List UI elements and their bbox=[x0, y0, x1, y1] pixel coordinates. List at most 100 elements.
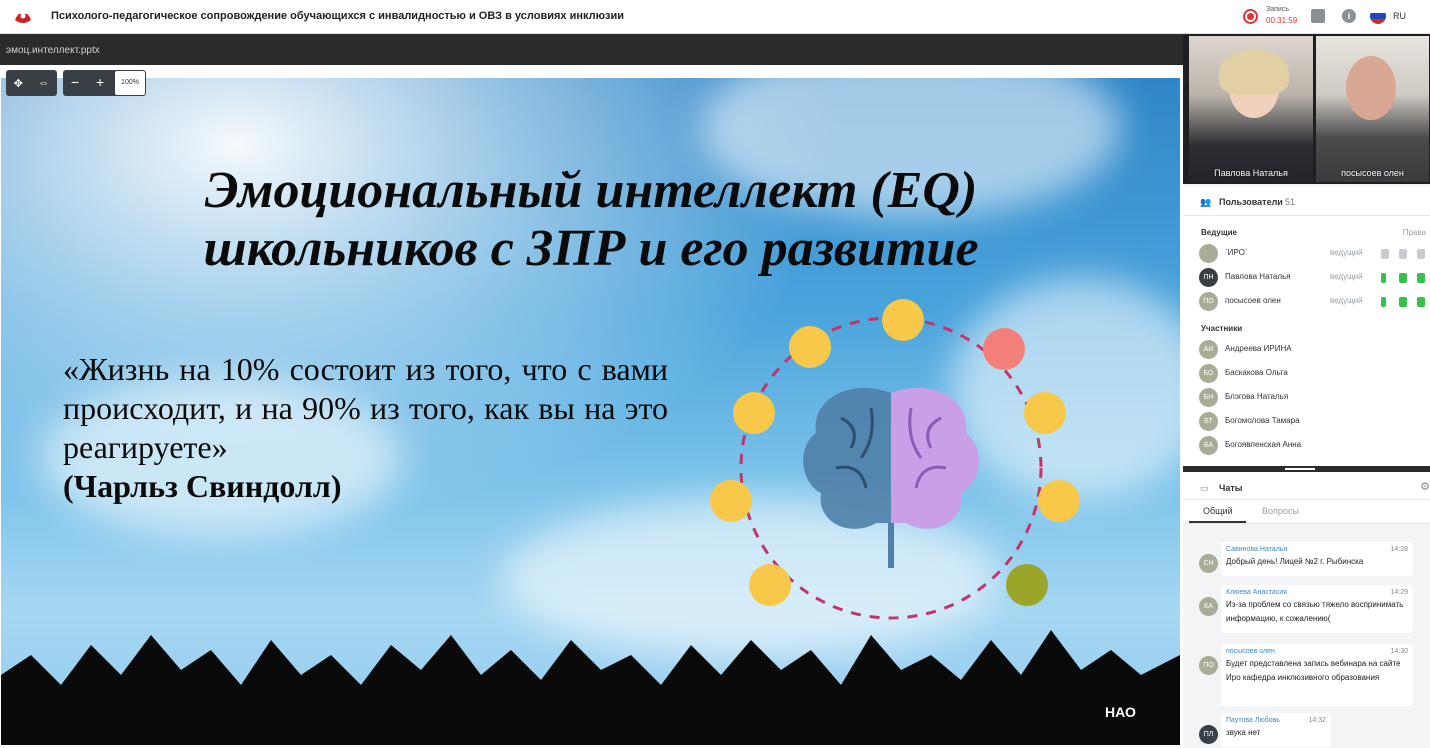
slide-title: Эмоциональный интеллект (EQ) школьников … bbox=[71, 162, 1111, 278]
video-tile[interactable]: посысоев олен bbox=[1316, 36, 1429, 182]
mic-on-icon[interactable] bbox=[1381, 273, 1386, 283]
participants-label: Участники bbox=[1201, 324, 1243, 333]
slide: Эмоциональный интеллект (EQ) школьников … bbox=[1, 78, 1180, 745]
chat-title: Чаты bbox=[1219, 483, 1243, 493]
slide-logo: НАО bbox=[1105, 704, 1136, 720]
message-time: 14:28 bbox=[1390, 546, 1408, 553]
record-time: 00:31:59 bbox=[1266, 16, 1298, 25]
pan-toolbar: ✥ ⇔ bbox=[6, 70, 57, 96]
user-role: ведущий bbox=[1330, 272, 1363, 281]
top-bar: Психолого-педагогическое сопровождение о… bbox=[0, 0, 1430, 34]
user-name: Андреева ИРИНА bbox=[1225, 344, 1292, 353]
fit-width-icon[interactable]: ⇔ bbox=[38, 77, 49, 89]
folder-icon[interactable] bbox=[1311, 9, 1325, 23]
chat-tabs: Общий Вопросы bbox=[1183, 500, 1430, 524]
brain-icon bbox=[803, 387, 979, 568]
video-name: Павлова Наталья bbox=[1214, 168, 1288, 178]
zoom-level[interactable]: 100% bbox=[115, 71, 145, 95]
users-panel: 👥 Пользователи 51 Ведущие Права `ИРО` ве… bbox=[1183, 186, 1430, 466]
avatar: ПН bbox=[1199, 268, 1218, 287]
user-name: `ИРО` bbox=[1225, 248, 1248, 257]
avatar: БО bbox=[1199, 364, 1218, 383]
slide-title-line2: школьников с ЗПР и его развитие bbox=[203, 220, 979, 277]
screen-icon[interactable] bbox=[1417, 297, 1425, 307]
participant-row[interactable]: АИ Андреева ИРИНА bbox=[1199, 338, 1430, 362]
message-time: 14:32 bbox=[1308, 717, 1326, 724]
mic-off-icon[interactable] bbox=[1381, 249, 1389, 259]
avatar bbox=[1199, 244, 1218, 263]
logo-icon bbox=[15, 13, 31, 23]
avatar: АИ bbox=[1199, 340, 1218, 359]
presentation-area: эмоц.интеллект.pptx Эмоциональный интелл… bbox=[0, 34, 1183, 748]
language-label[interactable]: RU bbox=[1393, 11, 1406, 21]
chat-icon: ▭ bbox=[1200, 483, 1209, 493]
message-text: Будет представлена запись вебинара на са… bbox=[1226, 659, 1401, 682]
hair bbox=[1219, 50, 1289, 95]
chat-header: ▭ Чаты ⚙ bbox=[1183, 472, 1430, 500]
message-time: 14:30 bbox=[1390, 648, 1408, 655]
avatar: ПЛ bbox=[1199, 725, 1218, 744]
message-text: звука нет bbox=[1226, 728, 1261, 737]
quote-text: «Жизнь на 10% состоит из того, что с вам… bbox=[63, 351, 668, 465]
settings-icon[interactable]: ⚙ bbox=[1420, 480, 1430, 493]
slide-frame: Эмоциональный интеллект (EQ) школьников … bbox=[0, 65, 1183, 748]
presenter-row[interactable]: ПН Павлова Наталья ведущий bbox=[1199, 266, 1430, 290]
zoom-in-button[interactable]: + bbox=[96, 74, 104, 90]
message-text: Из-за проблем со связью тяжело восприним… bbox=[1226, 600, 1404, 623]
app-window: Психолого-педагогическое сопровождение о… bbox=[0, 0, 1430, 748]
brain-emoji-illustration bbox=[710, 299, 1080, 620]
tab-general[interactable]: Общий bbox=[1203, 506, 1233, 516]
avatar: ПО bbox=[1199, 656, 1218, 675]
participant-row[interactable]: БТ Богомолова Тамара bbox=[1199, 410, 1430, 434]
users-count: 51 bbox=[1285, 197, 1296, 207]
presenter-row[interactable]: ПО посысоев олен ведущий bbox=[1199, 290, 1430, 314]
presenters-label: Ведущие bbox=[1201, 228, 1237, 237]
user-role: ведущий bbox=[1330, 248, 1363, 257]
record-label: Запись bbox=[1266, 6, 1289, 13]
participant-row[interactable]: БО Баскакова Ольга bbox=[1199, 362, 1430, 386]
avatar: КА bbox=[1199, 597, 1218, 616]
record-icon[interactable] bbox=[1243, 9, 1258, 24]
users-header: 👥 Пользователи 51 bbox=[1183, 186, 1430, 216]
screen-icon[interactable] bbox=[1417, 249, 1425, 259]
camera-on-icon[interactable] bbox=[1399, 297, 1407, 307]
slide-title-line1: Эмоциональный интеллект (EQ) bbox=[204, 162, 978, 219]
user-name: Павлова Наталья bbox=[1225, 272, 1291, 281]
video-name: посысоев олен bbox=[1341, 168, 1404, 178]
russia-flag-icon[interactable] bbox=[1370, 8, 1386, 24]
participant-row[interactable]: БН Блэгова Наталья bbox=[1199, 386, 1430, 410]
app-title: Психолого-педагогическое сопровождение о… bbox=[51, 10, 624, 22]
user-name: Баскакова Ольга bbox=[1225, 368, 1288, 377]
user-role: ведущий bbox=[1330, 296, 1363, 305]
message-author[interactable]: Клюева Анастасия bbox=[1226, 589, 1408, 596]
users-icon: 👥 bbox=[1200, 197, 1212, 207]
tab-questions[interactable]: Вопросы bbox=[1262, 506, 1299, 516]
mic-on-icon[interactable] bbox=[1381, 297, 1386, 307]
quote-author: (Чарльз Свиндолл) bbox=[63, 468, 342, 504]
zoom-out-button[interactable]: − bbox=[71, 74, 79, 90]
video-strip: Павлова Наталья посысоев олен bbox=[1183, 34, 1430, 184]
rights-label: Права bbox=[1402, 228, 1426, 237]
user-name: Богомолова Тамара bbox=[1225, 416, 1300, 425]
camera-on-icon[interactable] bbox=[1399, 273, 1407, 283]
screen-icon[interactable] bbox=[1417, 273, 1425, 283]
presenter-row[interactable]: `ИРО` ведущий bbox=[1199, 242, 1430, 266]
message-bubble: Паутова Любовь 14:32 звука нет bbox=[1221, 713, 1331, 747]
avatar: БТ bbox=[1199, 412, 1218, 431]
camera-off-icon[interactable] bbox=[1399, 249, 1407, 259]
info-icon[interactable]: i bbox=[1342, 9, 1356, 23]
message-bubble: посысоев олен 14:30 Будет представлена з… bbox=[1221, 644, 1413, 706]
participant-row[interactable]: БА Богоявленская Анна bbox=[1199, 434, 1430, 458]
avatar: ПО bbox=[1199, 292, 1218, 311]
message-author[interactable]: Савинова Наталья bbox=[1226, 546, 1408, 553]
presentation-file-name: эмоц.интеллект.pptx bbox=[6, 45, 100, 56]
video-tile[interactable]: Павлова Наталья bbox=[1189, 36, 1313, 182]
message-author[interactable]: посысоев олен bbox=[1226, 648, 1408, 655]
user-name: Блэгова Наталья bbox=[1225, 392, 1289, 401]
message-bubble: Клюева Анастасия 14:29 Из-за проблем со … bbox=[1221, 585, 1413, 633]
user-name: посысоев олен bbox=[1225, 296, 1281, 305]
message-text: Добрый день! Лицей №2 г. Рыбинска bbox=[1226, 557, 1364, 566]
avatar: БН bbox=[1199, 388, 1218, 407]
move-icon[interactable]: ✥ bbox=[14, 77, 23, 90]
avatar: БА bbox=[1199, 436, 1218, 455]
